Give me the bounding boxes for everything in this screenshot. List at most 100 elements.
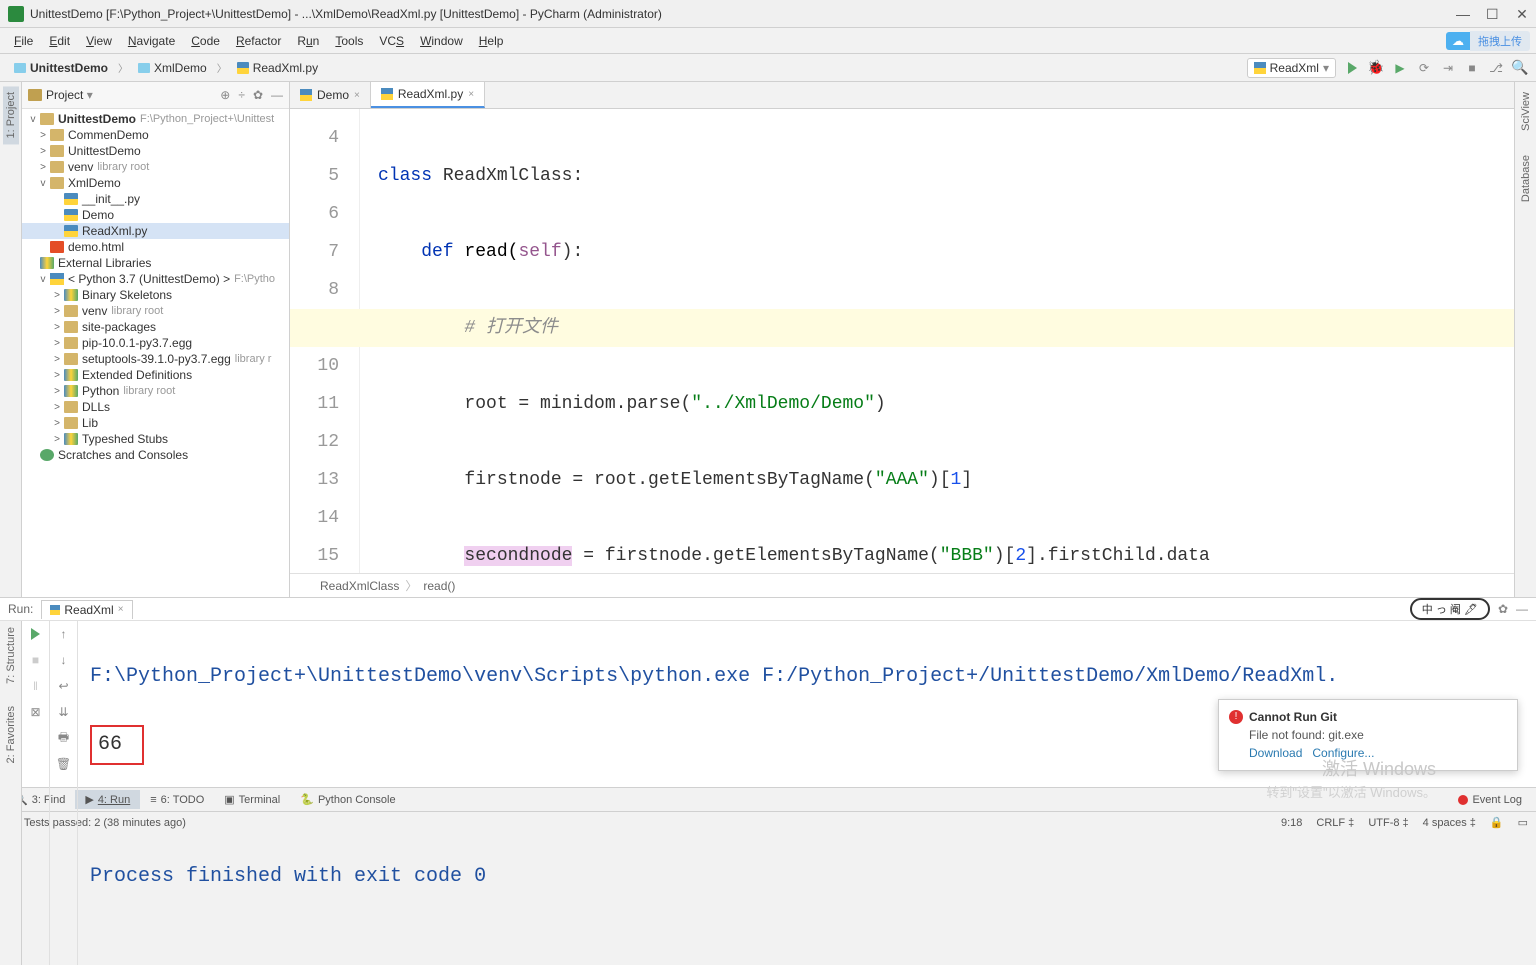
close-button[interactable]: ✕: [1516, 8, 1528, 20]
tree-item[interactable]: demo.html: [22, 239, 289, 255]
tree-item[interactable]: >UnittestDemo: [22, 143, 289, 159]
folder-icon: [28, 89, 42, 101]
rerun-button[interactable]: [27, 625, 45, 643]
menu-file[interactable]: File: [6, 31, 41, 51]
profile-button[interactable]: ⟳: [1416, 60, 1432, 76]
tree-root[interactable]: v UnittestDemoF:\Python_Project+\Unittes…: [22, 111, 289, 127]
print-icon[interactable]: 🖶: [55, 729, 73, 747]
hide-icon[interactable]: —: [1516, 602, 1528, 616]
menu-navigate[interactable]: Navigate: [120, 31, 183, 51]
stop-button[interactable]: ■: [1464, 60, 1480, 76]
project-panel: Project ▾ ⊕ ÷ ✿ — v UnittestDemoF:\Pytho…: [22, 82, 290, 597]
collapse-icon[interactable]: ÷: [238, 88, 245, 102]
gear-icon[interactable]: ✿: [1498, 602, 1508, 616]
debug-button[interactable]: 🐞: [1368, 60, 1384, 76]
python-file-icon: [300, 89, 312, 101]
stop-button[interactable]: ■: [27, 651, 45, 669]
window-title: UnittestDemo [F:\Python_Project+\Unittes…: [30, 7, 1456, 21]
run-config-selector[interactable]: ReadXml ▾: [1247, 58, 1336, 78]
crumb-folder[interactable]: XmlDemo: [132, 59, 213, 77]
stripe-sciview[interactable]: SciView: [1518, 86, 1534, 137]
crumb-file[interactable]: ReadXml.py: [231, 59, 324, 77]
crumb-class[interactable]: ReadXmlClass: [320, 579, 399, 593]
tree-item[interactable]: >Extended Definitions: [22, 367, 289, 383]
tree-item[interactable]: vXmlDemo: [22, 175, 289, 191]
tree-item[interactable]: >venvlibrary root: [22, 159, 289, 175]
up-icon[interactable]: ↑: [55, 625, 73, 643]
stripe-structure[interactable]: 7: Structure: [3, 621, 19, 690]
menu-help[interactable]: Help: [471, 31, 512, 51]
tree-item[interactable]: >pip-10.0.1-py3.7.egg: [22, 335, 289, 351]
run-body: 7: Structure 2: Favorites ■ ‖ ⊠ ↑ ↓ ↩ ⇊ …: [0, 621, 1536, 965]
tree-item[interactable]: >setuptools-39.1.0-py3.7.egglibrary r: [22, 351, 289, 367]
stripe-database[interactable]: Database: [1518, 149, 1534, 208]
hide-icon[interactable]: —: [271, 88, 283, 102]
wrap-icon[interactable]: ↩: [55, 677, 73, 695]
trash-icon[interactable]: 🗑: [55, 755, 73, 773]
python-file-icon: [381, 88, 393, 100]
minimize-button[interactable]: —: [1456, 8, 1468, 20]
tree-ext-lib[interactable]: External Libraries: [22, 255, 289, 271]
stripe-project[interactable]: 1: Project: [3, 86, 19, 144]
crumb-root[interactable]: UnittestDemo: [8, 59, 114, 77]
vcs-button[interactable]: ⎇: [1488, 60, 1504, 76]
run-button[interactable]: [1344, 60, 1360, 76]
tree-item[interactable]: ReadXml.py: [22, 223, 289, 239]
tree-item[interactable]: >site-packages: [22, 319, 289, 335]
crumb-fn[interactable]: read(): [423, 579, 455, 593]
python-file-icon: [237, 62, 249, 74]
search-button[interactable]: 🔍: [1512, 60, 1528, 76]
code-text[interactable]: class ReadXmlClass: def read(self): # 打开…: [360, 109, 1514, 573]
error-icon: !: [1229, 710, 1243, 724]
menu-vcs[interactable]: VCS: [371, 31, 412, 51]
tree-item[interactable]: >Typeshed Stubs: [22, 431, 289, 447]
editor-tab-readxml[interactable]: ReadXml.py×: [371, 82, 485, 108]
tree-scratches[interactable]: Scratches and Consoles: [22, 447, 289, 463]
close-icon[interactable]: ×: [468, 89, 474, 100]
project-tree: v UnittestDemoF:\Python_Project+\Unittes…: [22, 109, 289, 597]
menu-run[interactable]: Run: [289, 31, 327, 51]
run-tab[interactable]: ReadXml×: [41, 600, 132, 619]
maximize-button[interactable]: ☐: [1486, 8, 1498, 20]
right-tool-stripe: SciView Database: [1514, 82, 1536, 597]
run-header: Run: ReadXml× 中 っ 阉 🖋 ✿ —: [0, 598, 1536, 621]
menu-refactor[interactable]: Refactor: [228, 31, 289, 51]
close-icon[interactable]: ×: [354, 90, 360, 101]
code-editor[interactable]: 456789101112131415 class ReadXmlClass: d…: [290, 109, 1514, 573]
upload-widget[interactable]: ☁ 拖拽上传: [1446, 31, 1530, 51]
menu-window[interactable]: Window: [412, 31, 471, 51]
stripe-favorites[interactable]: 2: Favorites: [3, 700, 19, 769]
scroll-icon[interactable]: ⇊: [55, 703, 73, 721]
menu-edit[interactable]: Edit: [41, 31, 78, 51]
coverage-button[interactable]: ▶: [1392, 60, 1408, 76]
editor-tab-demo[interactable]: Demo×: [290, 82, 371, 108]
gear-icon[interactable]: ✿: [253, 88, 263, 102]
popup-msg: File not found: git.exe: [1249, 728, 1507, 742]
tree-item[interactable]: Demo: [22, 207, 289, 223]
console-output[interactable]: F:\Python_Project+\UnittestDemo\venv\Scr…: [78, 621, 1536, 965]
tree-item[interactable]: >Binary Skeletons: [22, 287, 289, 303]
menu-code[interactable]: Code: [183, 31, 228, 51]
tree-item[interactable]: >Pythonlibrary root: [22, 383, 289, 399]
menu-tools[interactable]: Tools: [327, 31, 371, 51]
down-icon[interactable]: ↓: [55, 651, 73, 669]
tree-python[interactable]: v < Python 3.7 (UnittestDemo) >F:\Pytho: [22, 271, 289, 287]
popup-title: Cannot Run Git: [1249, 710, 1337, 724]
ime-pill[interactable]: 中 っ 阉 🖋: [1410, 598, 1490, 620]
menu-view[interactable]: View: [78, 31, 120, 51]
download-link[interactable]: Download: [1249, 746, 1302, 760]
pause-button[interactable]: ‖: [27, 677, 45, 695]
cloud-icon: ☁: [1446, 32, 1470, 50]
exit-button[interactable]: ⊠: [27, 703, 45, 721]
upload-label: 拖拽上传: [1470, 31, 1530, 51]
tree-item[interactable]: __init__.py: [22, 191, 289, 207]
tree-item[interactable]: >DLLs: [22, 399, 289, 415]
tree-item[interactable]: >venvlibrary root: [22, 303, 289, 319]
configure-link[interactable]: Configure...: [1312, 746, 1374, 760]
attach-button[interactable]: ⇥: [1440, 60, 1456, 76]
tree-item[interactable]: >Lib: [22, 415, 289, 431]
window-controls: — ☐ ✕: [1456, 8, 1528, 20]
run-gutter-left: ■ ‖ ⊠: [22, 621, 50, 965]
target-icon[interactable]: ⊕: [220, 88, 230, 102]
tree-item[interactable]: >CommenDemo: [22, 127, 289, 143]
